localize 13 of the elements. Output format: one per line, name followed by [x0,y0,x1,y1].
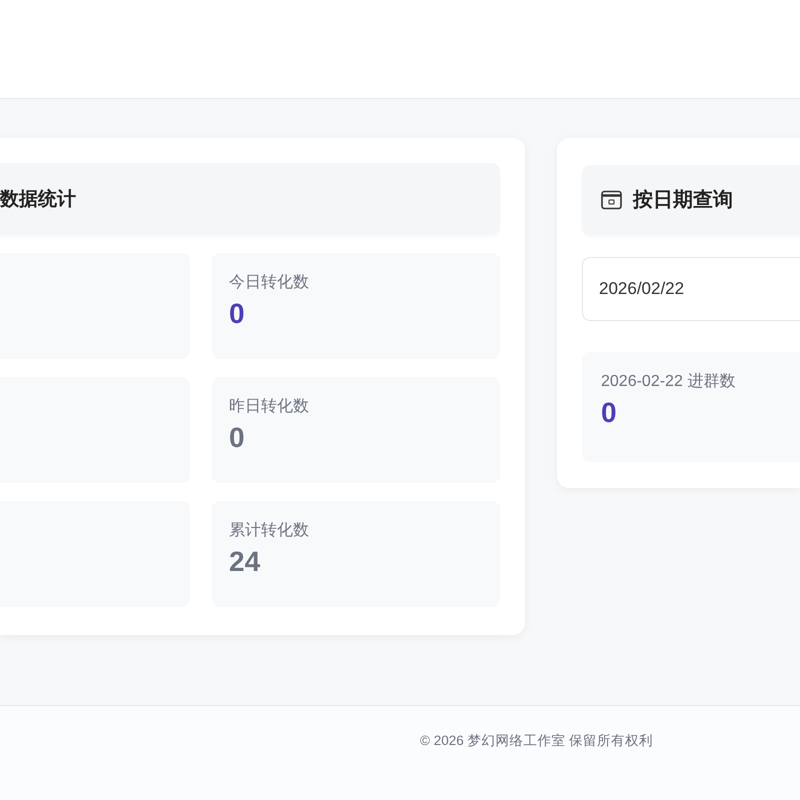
result-value: 0 [601,397,617,429]
result-label: 2026-02-22 进群数 [601,372,736,392]
stat-value: 24 [229,546,260,578]
card-title: 按日期查询 [633,190,733,210]
calendar-icon [601,190,622,210]
stat-value: 0 [229,422,245,454]
copyright-text: © 2026 梦幻网络工作室 保留所有权利 [420,733,654,748]
stat-label: 昨日转化数 [229,397,309,417]
stat-label: 今日转化数 [229,273,309,293]
stat-value: 0 [229,298,245,330]
stat-label: 累计转化数 [229,520,309,541]
date-input[interactable]: 2026/02/22 [582,257,800,321]
card-title: 数据统计 [0,190,76,208]
